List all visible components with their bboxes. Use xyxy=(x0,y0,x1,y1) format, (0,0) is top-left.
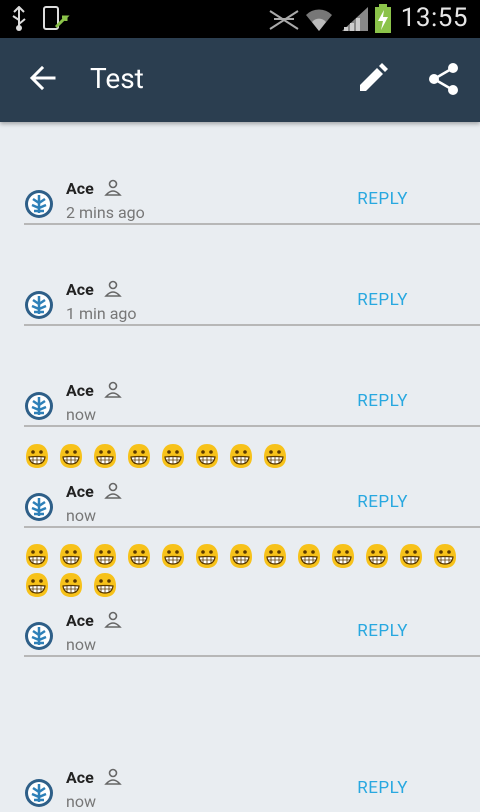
comment-item: Ace 1 min ago REPLY xyxy=(24,280,480,326)
grinning-face-emoji xyxy=(194,543,220,569)
person-icon xyxy=(104,611,122,628)
comment-author: Ace xyxy=(66,482,94,501)
reply-button[interactable]: REPLY xyxy=(357,621,408,641)
comment-time: 2 mins ago xyxy=(66,203,145,222)
grinning-face-emoji xyxy=(228,543,254,569)
no-signal-icon xyxy=(269,10,299,30)
status-bar: 13:55 xyxy=(0,0,480,38)
grinning-face-emoji xyxy=(296,543,322,569)
person-icon xyxy=(104,179,122,196)
grinning-face-emoji xyxy=(262,543,288,569)
reply-button[interactable]: REPLY xyxy=(357,391,408,411)
wifi-icon xyxy=(306,9,332,31)
grinning-face-emoji xyxy=(432,543,458,569)
grinning-face-emoji xyxy=(364,543,390,569)
grinning-face-emoji xyxy=(24,572,50,598)
comment-author: Ace xyxy=(66,381,94,400)
grinning-face-emoji xyxy=(228,443,254,469)
reply-button[interactable]: REPLY xyxy=(357,189,408,209)
grinning-face-emoji xyxy=(92,572,118,598)
comment-author: Ace xyxy=(66,280,94,299)
emoji-row xyxy=(24,572,474,602)
comment-author: Ace xyxy=(66,611,94,630)
grinning-face-emoji xyxy=(398,543,424,569)
grinning-face-emoji xyxy=(330,543,356,569)
grinning-face-emoji xyxy=(92,443,118,469)
grinning-face-emoji xyxy=(160,543,186,569)
comment-time: now xyxy=(66,635,96,654)
avatar-tree-icon xyxy=(25,622,53,650)
reply-button[interactable]: REPLY xyxy=(357,778,408,798)
signal-icon xyxy=(342,7,368,31)
person-icon xyxy=(104,381,122,398)
avatar-tree-icon xyxy=(25,779,53,807)
comment-author: Ace xyxy=(66,179,94,198)
comment-item: Ace now REPLY xyxy=(24,611,480,657)
usb-icon xyxy=(12,6,26,31)
battery-charging-icon xyxy=(375,4,391,33)
pencil-icon[interactable] xyxy=(356,63,388,95)
avatar-tree-icon xyxy=(25,493,53,521)
grinning-face-emoji xyxy=(58,543,84,569)
grinning-face-emoji xyxy=(24,443,50,469)
grinning-face-emoji xyxy=(126,443,152,469)
app-bar: Test xyxy=(0,38,480,122)
grinning-face-emoji xyxy=(194,443,220,469)
comment-item: Ace now REPLY xyxy=(24,381,480,427)
reply-button[interactable]: REPLY xyxy=(357,492,408,512)
comment-item: Ace 2 mins ago REPLY xyxy=(24,179,480,225)
share-icon[interactable] xyxy=(428,63,460,95)
comment-time: now xyxy=(66,506,96,525)
grinning-face-emoji xyxy=(58,443,84,469)
person-icon xyxy=(104,482,122,499)
grinning-face-emoji xyxy=(58,572,84,598)
emoji-row xyxy=(24,443,474,473)
reply-button[interactable]: REPLY xyxy=(357,290,408,310)
person-icon xyxy=(104,768,122,785)
grinning-face-emoji xyxy=(92,543,118,569)
comment-item: Ace now REPLY xyxy=(24,482,480,528)
comment-time: now xyxy=(66,405,96,424)
grinning-face-emoji xyxy=(126,543,152,569)
avatar-tree-icon xyxy=(25,291,53,319)
comment-item: Ace now REPLY xyxy=(24,768,480,812)
clock: 13:55 xyxy=(400,3,468,33)
grinning-face-emoji xyxy=(24,543,50,569)
emoji-row xyxy=(24,543,474,573)
screenshot-icon xyxy=(43,6,70,30)
comment-time: now xyxy=(66,792,96,811)
avatar-tree-icon xyxy=(25,392,53,420)
arrow-back-icon[interactable] xyxy=(28,63,58,93)
comment-time: 1 min ago xyxy=(66,304,137,323)
grinning-face-emoji xyxy=(160,443,186,469)
avatar-tree-icon xyxy=(25,190,53,218)
person-icon xyxy=(104,280,122,297)
page-title: Test xyxy=(90,62,144,95)
comment-author: Ace xyxy=(66,768,94,787)
grinning-face-emoji xyxy=(262,443,288,469)
